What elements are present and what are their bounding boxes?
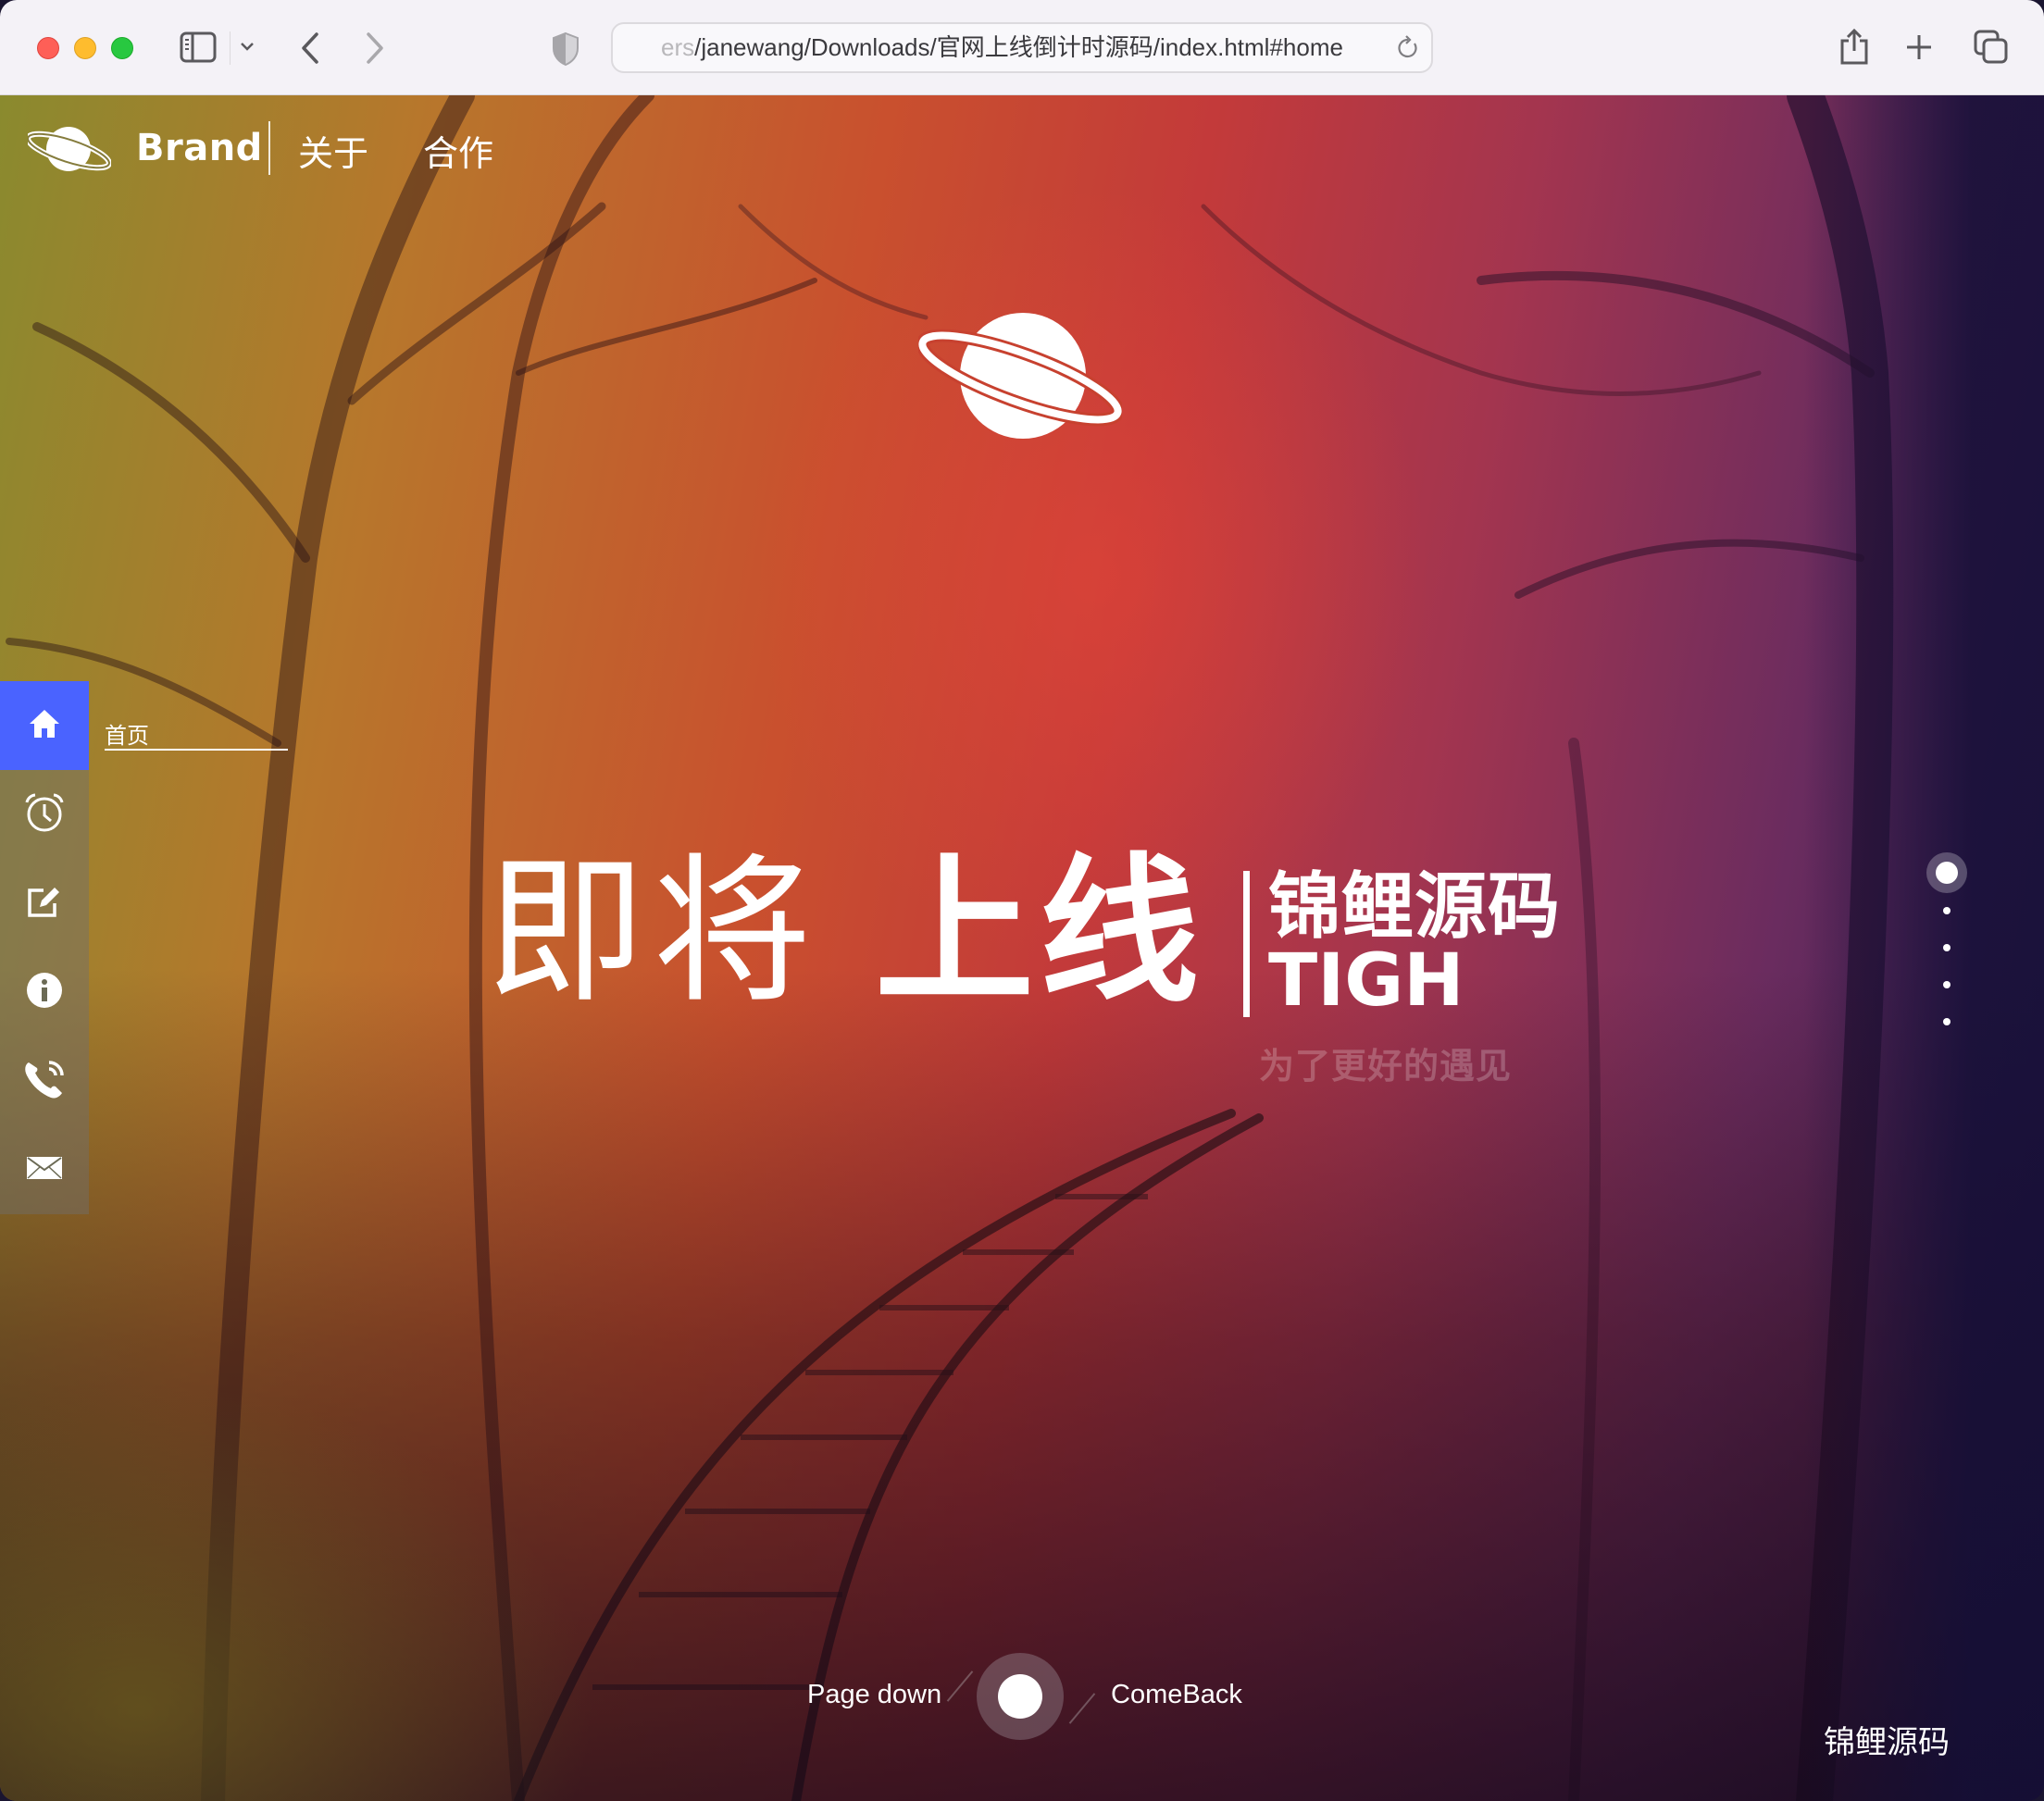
- come-back-button[interactable]: ComeBack: [1111, 1680, 1242, 1710]
- sidebar-item-edit[interactable]: [0, 859, 89, 948]
- sidebar-item-contact[interactable]: [0, 1037, 89, 1125]
- back-icon[interactable]: [298, 31, 322, 65]
- share-icon[interactable]: [1838, 28, 1870, 65]
- sidebar-item-countdown[interactable]: [0, 770, 89, 859]
- address-bar[interactable]: ers/janewang/Downloads/官网上线倒计时源码/index.h…: [611, 22, 1433, 73]
- home-icon: [28, 708, 61, 743]
- new-tab-icon[interactable]: [1905, 33, 1933, 61]
- page-down-button[interactable]: Page down: [807, 1680, 941, 1710]
- window-maximize-button[interactable]: [111, 37, 133, 59]
- ground-highlight: [0, 1153, 833, 1801]
- pager-center-button[interactable]: [977, 1653, 1064, 1740]
- alarm-clock-icon: [24, 792, 65, 837]
- nav-divider: [268, 121, 270, 175]
- sidebar-toggle-icon[interactable]: [180, 31, 217, 63]
- hero-divider: [1243, 871, 1250, 1017]
- sidebar-label-underline: [105, 749, 288, 751]
- section-dot-5[interactable]: [1943, 1018, 1951, 1025]
- chevron-down-icon[interactable]: [239, 41, 256, 52]
- tabs-overview-icon[interactable]: [1974, 30, 2009, 65]
- mail-icon: [27, 1157, 62, 1183]
- reload-icon[interactable]: [1396, 35, 1420, 65]
- brand-logo-icon[interactable]: [25, 121, 112, 180]
- sidebar-item-mail[interactable]: [0, 1125, 89, 1214]
- hero-brand-cn: 锦鲤源码: [1268, 865, 1562, 949]
- hero-subtitle: 为了更好的遇见: [1259, 1046, 1513, 1087]
- url-text: ers/janewang/Downloads/官网上线倒计时源码/index.h…: [661, 24, 1383, 71]
- section-dot-4[interactable]: [1943, 981, 1951, 988]
- nav-link-cooperation[interactable]: 合作: [423, 125, 493, 176]
- window-minimize-button[interactable]: [74, 37, 96, 59]
- url-faded-prefix: ers: [661, 33, 695, 61]
- edit-icon: [27, 885, 62, 922]
- section-dot-3[interactable]: [1943, 944, 1951, 951]
- section-dots: [1926, 852, 1967, 1025]
- page-background: Brand 关于 合作 首页 即将 上线 锦鲤源码 TIGH 为了更好的遇见 P…: [0, 95, 2044, 1801]
- hero-brand-en: TIGH: [1268, 939, 1464, 1023]
- brand-name[interactable]: Brand: [136, 127, 263, 169]
- browser-toolbar: ers/janewang/Downloads/官网上线倒计时源码/index.h…: [0, 0, 2044, 95]
- nav-link-about[interactable]: 关于: [298, 125, 368, 176]
- shield-icon[interactable]: [552, 31, 580, 67]
- footer-brand: 锦鲤源码: [1824, 1724, 1950, 1761]
- hero-title-light: 即将: [486, 838, 819, 1025]
- section-dot-1[interactable]: [1926, 852, 1967, 893]
- right-shade: [1803, 95, 2044, 1801]
- forward-icon[interactable]: [363, 31, 387, 65]
- planet-logo-icon: [916, 311, 1125, 453]
- window-close-button[interactable]: [37, 37, 59, 59]
- phone-icon: [23, 1059, 66, 1103]
- sidebar-item-info[interactable]: [0, 948, 89, 1037]
- sidebar: [0, 681, 89, 1214]
- url-path: /janewang/Downloads/官网上线倒计时源码/index.html…: [694, 33, 1343, 61]
- section-dot-2[interactable]: [1943, 907, 1951, 914]
- toolbar-divider: [230, 31, 231, 65]
- info-icon: [26, 972, 63, 1012]
- hero-title-bold: 上线: [875, 838, 1204, 1025]
- sidebar-active-label: 首页: [105, 723, 149, 749]
- sidebar-item-home[interactable]: [0, 681, 89, 770]
